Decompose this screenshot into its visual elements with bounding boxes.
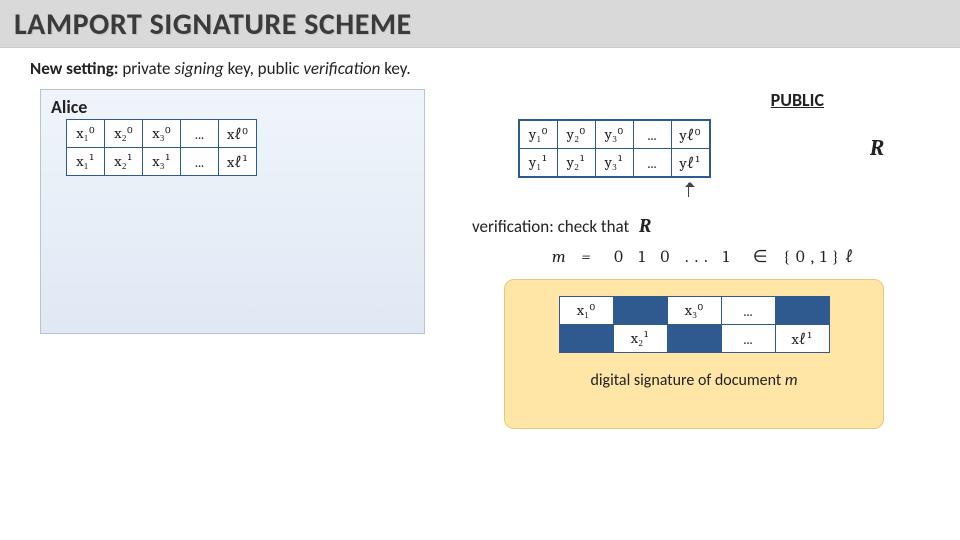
cell: x₁⁰ (559, 297, 613, 325)
cell: ... (721, 297, 775, 325)
table-row: x₁⁰ x₃⁰ ... (559, 297, 829, 325)
cell: y₂⁰ (557, 120, 595, 149)
setting-text-3: key. (380, 58, 410, 79)
y-key-table: y₁⁰ y₂⁰ y₃⁰ ... yℓ⁰ y₁¹ y₂¹ y₃¹ ... yℓ¹ (518, 119, 711, 178)
cell: x₁¹ (67, 148, 105, 176)
cell-dark (667, 325, 721, 353)
m-domain: ∈ {0,1}ℓ (743, 248, 860, 267)
setting-ital-2: verification (303, 58, 380, 79)
cell: ... (721, 325, 775, 353)
relation-R-inline: R (639, 215, 651, 237)
cell: ... (181, 148, 219, 176)
cell: y₁⁰ (519, 120, 557, 149)
table-row: x₁⁰ x₂⁰ x₃⁰ ... xℓ⁰ (67, 120, 257, 148)
cell: ... (633, 149, 671, 178)
cell: y₃⁰ (595, 120, 633, 149)
setting-ital-1: signing (174, 58, 223, 79)
m-eq: m = (552, 248, 606, 267)
verif-label: verification: check that (472, 216, 629, 237)
cell: ... (633, 120, 671, 149)
setting-text-2: key, public (224, 58, 304, 79)
relation-R-symbol: R (870, 135, 884, 161)
sig-caption-m: m (785, 371, 798, 390)
cell: xℓ⁰ (219, 120, 257, 148)
cell: x₃⁰ (143, 120, 181, 148)
message-bits-line: m = 0 1 0 ... 1 ∈ {0,1}ℓ (548, 247, 864, 267)
signature-table: x₁⁰ x₃⁰ ... x₂¹ ... xℓ¹ (559, 296, 830, 353)
cell: y₁¹ (519, 149, 557, 178)
setting-text-1: private (119, 58, 175, 79)
cell: x₁⁰ (67, 120, 105, 148)
signature-caption: digital signature of document m (505, 371, 883, 390)
cell: x₂¹ (613, 325, 667, 353)
page-title: LAMPORT SIGNATURE SCHEME (14, 6, 946, 43)
table-row: y₁⁰ y₂⁰ y₃⁰ ... yℓ⁰ (519, 120, 710, 149)
sig-caption-text: digital signature of document (590, 371, 784, 390)
table-row: x₂¹ ... xℓ¹ (559, 325, 829, 353)
cell: y₂¹ (557, 149, 595, 178)
cell: y₃¹ (595, 149, 633, 178)
cell: xℓ¹ (775, 325, 829, 353)
x-key-table: x₁⁰ x₂⁰ x₃⁰ ... xℓ⁰ x₁¹ x₂¹ x₃¹ ... xℓ¹ (66, 119, 257, 176)
cell: yℓ⁰ (671, 120, 710, 149)
cell: x₃⁰ (667, 297, 721, 325)
arrow-up-icon (688, 183, 689, 197)
signature-panel: x₁⁰ x₃⁰ ... x₂¹ ... xℓ¹ digital signatur… (504, 279, 884, 429)
cell: xℓ¹ (219, 148, 257, 176)
setting-bold: New setting: (30, 58, 119, 79)
m-bits: 0 1 0 ... 1 (614, 248, 735, 267)
table-row: x₁¹ x₂¹ x₃¹ ... xℓ¹ (67, 148, 257, 176)
cell-dark (559, 325, 613, 353)
setting-line: New setting: private signing key, public… (0, 48, 960, 83)
cell: yℓ¹ (671, 149, 710, 178)
verification-text: verification: check that R (472, 215, 651, 237)
table-row: y₁¹ y₂¹ y₃¹ ... yℓ¹ (519, 149, 710, 178)
cell: x₃¹ (143, 148, 181, 176)
diagram-stage: Alice x₁⁰ x₂⁰ x₃⁰ ... xℓ⁰ x₁¹ x₂¹ x₃¹ ..… (0, 83, 960, 513)
public-label: PUBLIC (771, 89, 824, 111)
cell: ... (181, 120, 219, 148)
alice-label: Alice (51, 96, 87, 118)
cell-dark (613, 297, 667, 325)
cell-dark (775, 297, 829, 325)
cell: x₂¹ (105, 148, 143, 176)
cell: x₂⁰ (105, 120, 143, 148)
title-bar: LAMPORT SIGNATURE SCHEME (0, 0, 960, 48)
